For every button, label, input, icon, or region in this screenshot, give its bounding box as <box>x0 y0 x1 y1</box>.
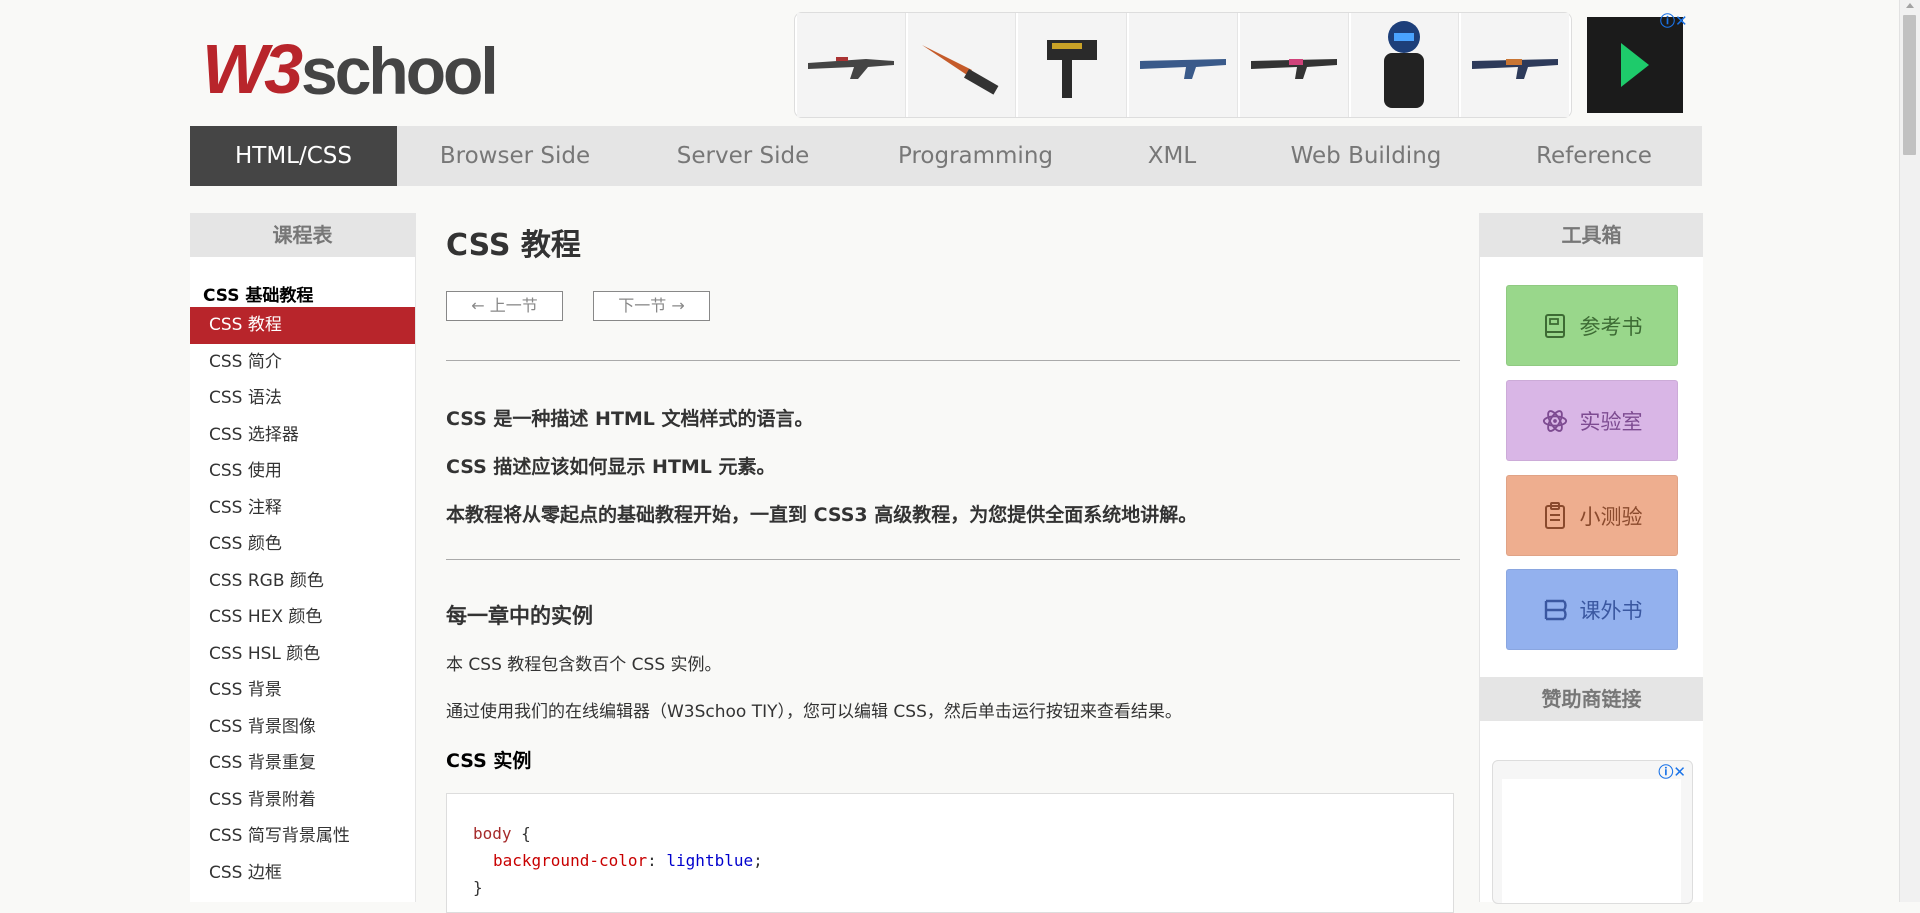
lab-label: 实验室 <box>1579 409 1643 434</box>
ad-m4-blue-icon[interactable] <box>1129 13 1238 117</box>
code-colon: : <box>647 851 657 870</box>
code-line: background-color: lightblue; <box>473 847 1453 874</box>
scroll-up-arrow-icon[interactable] <box>1906 3 1914 8</box>
sidebar-item-css-background-attachment[interactable]: CSS 背景附着 <box>190 782 415 819</box>
section-paragraph: 本 CSS 教程包含数百个 CSS 实例。 <box>446 655 722 675</box>
divider <box>446 559 1460 560</box>
intro-line: CSS 描述应该如何显示 HTML 元素。 <box>446 456 776 478</box>
arrow-right-icon: → <box>671 296 685 315</box>
sidebar-item-css-colors[interactable]: CSS 颜色 <box>190 526 415 563</box>
code-example: body { background-color: lightblue; } <box>446 793 1454 913</box>
lab-button[interactable]: 实验室 <box>1506 380 1678 461</box>
section-title: 每一章中的实例 <box>446 604 593 628</box>
prev-button[interactable]: ← 上一节 <box>446 291 563 321</box>
code-semicolon: ; <box>753 851 763 870</box>
sidebar-group-title: CSS 基础教程 <box>203 286 314 306</box>
nav-reference[interactable]: Reference <box>1486 126 1702 186</box>
nav-html-css[interactable]: HTML/CSS <box>190 126 397 186</box>
next-button[interactable]: 下一节 → <box>593 291 710 321</box>
sidebar-title: 课程表 <box>190 213 415 257</box>
code-line: body { <box>473 820 1453 847</box>
code-selector: body <box>473 824 512 843</box>
intro-line: 本教程将从零起点的基础教程开始，一直到 CSS3 高级教程，为您提供全面系统地讲… <box>446 504 1198 526</box>
sidebar-item-css-background[interactable]: CSS 背景 <box>190 672 415 709</box>
atom-icon <box>1542 408 1568 434</box>
reference-label: 参考书 <box>1579 314 1643 339</box>
arrow-left-icon: ← <box>471 296 485 315</box>
sidebar-item-css-comments[interactable]: CSS 注释 <box>190 490 415 527</box>
sidebar-item-css-syntax[interactable]: CSS 语法 <box>190 380 415 417</box>
vertical-scrollbar[interactable] <box>1899 0 1920 902</box>
ad-close-icon[interactable]: ⓘ✕ <box>1660 10 1688 31</box>
code-brace: } <box>473 878 483 897</box>
sidebar-list: CSS 教程 CSS 简介 CSS 语法 CSS 选择器 CSS 使用 CSS … <box>190 307 415 891</box>
nav-browser-side[interactable]: Browser Side <box>397 126 633 186</box>
sponsor-title: 赞助商链接 <box>1480 677 1703 721</box>
nav-web-building[interactable]: Web Building <box>1246 126 1486 186</box>
book-icon <box>1542 313 1568 339</box>
sidebar-item-css-background-image[interactable]: CSS 背景图像 <box>190 709 415 746</box>
logo-w3: W3 <box>202 30 303 108</box>
books-label: 课外书 <box>1579 598 1643 623</box>
intro-block: CSS 是一种描述 HTML 文档样式的语言。 CSS 描述应该如何显示 HTM… <box>446 361 1460 527</box>
sidebar-item-css-background-repeat[interactable]: CSS 背景重复 <box>190 745 415 782</box>
ad-m4-icon[interactable] <box>1461 13 1570 117</box>
ad-m4-pink-icon[interactable] <box>1239 13 1349 117</box>
nav-programming[interactable]: Programming <box>853 126 1098 186</box>
quiz-label: 小测验 <box>1579 504 1643 529</box>
sidebar-item-css-selectors[interactable]: CSS 选择器 <box>190 417 415 454</box>
nav-xml[interactable]: XML <box>1098 126 1246 186</box>
code-line: } <box>473 874 1453 901</box>
banner-ad[interactable] <box>794 12 1572 118</box>
sidebar-item-css-rgb[interactable]: CSS RGB 颜色 <box>190 563 415 600</box>
course-sidebar: 课程表 CSS 基础教程 CSS 教程 CSS 简介 CSS 语法 CSS 选择… <box>190 213 416 902</box>
page-title: CSS 教程 <box>446 228 581 263</box>
intro-line: CSS 是一种描述 HTML 文档样式的语言。 <box>446 408 814 430</box>
toolbox-sidebar: 工具箱 参考书 实验室 小测验 课外书 赞助商链接 ⓘ✕ <box>1479 213 1703 904</box>
top-navigation: HTML/CSS Browser Side Server Side Progra… <box>190 126 1702 186</box>
sponsor-ad-body[interactable] <box>1502 779 1681 903</box>
sidebar-item-css-hex[interactable]: CSS HEX 颜色 <box>190 599 415 636</box>
prev-label: 上一节 <box>489 296 538 315</box>
scroll-thumb[interactable] <box>1903 15 1916 155</box>
site-logo[interactable]: W3 school <box>202 24 499 108</box>
code-property: background-color <box>493 851 648 870</box>
ad-soldier-icon[interactable] <box>1350 13 1460 117</box>
nav-server-side[interactable]: Server Side <box>633 126 853 186</box>
example-title: CSS 实例 <box>446 750 532 772</box>
ad-rifle-icon[interactable] <box>797 13 906 117</box>
code-brace: { <box>521 824 531 843</box>
toolbox-title: 工具箱 <box>1480 213 1703 257</box>
ad-brand-logo[interactable] <box>1587 17 1683 113</box>
section-paragraph: 通过使用我们的在线编辑器（W3Schoo TIY），您可以编辑 CSS，然后单击… <box>446 702 1182 722</box>
chevron-logo-icon <box>1621 43 1649 87</box>
pager: ← 上一节 下一节 → <box>446 291 1460 321</box>
reference-button[interactable]: 参考书 <box>1506 285 1678 366</box>
sponsor-ad[interactable]: ⓘ✕ <box>1492 760 1693 904</box>
clipboard-icon <box>1542 501 1568 529</box>
ad-smg-icon[interactable] <box>1018 13 1128 117</box>
books-button[interactable]: 课外书 <box>1506 569 1678 650</box>
quiz-button[interactable]: 小测验 <box>1506 475 1678 556</box>
sidebar-item-css-tutorial[interactable]: CSS 教程 <box>190 307 415 344</box>
sidebar-item-css-background-shorthand[interactable]: CSS 简写背景属性 <box>190 818 415 855</box>
sidebar-item-css-intro[interactable]: CSS 简介 <box>190 344 415 381</box>
code-value: lightblue <box>666 851 754 870</box>
sidebar-item-css-border[interactable]: CSS 边框 <box>190 855 415 892</box>
logo-school: school <box>301 34 499 108</box>
page-wrapper: W3 school ⓘ✕ HTML/CSS Browser Side Server… <box>190 0 1703 913</box>
books-icon <box>1542 597 1568 623</box>
next-label: 下一节 <box>618 296 667 315</box>
sidebar-item-css-howto[interactable]: CSS 使用 <box>190 453 415 490</box>
main-content: CSS 教程 ← 上一节 下一节 → CSS 是一种描述 HTML 文档样式的语… <box>446 213 1460 913</box>
sidebar-item-css-hsl[interactable]: CSS HSL 颜色 <box>190 636 415 673</box>
ad-knife-icon[interactable] <box>907 13 1017 117</box>
